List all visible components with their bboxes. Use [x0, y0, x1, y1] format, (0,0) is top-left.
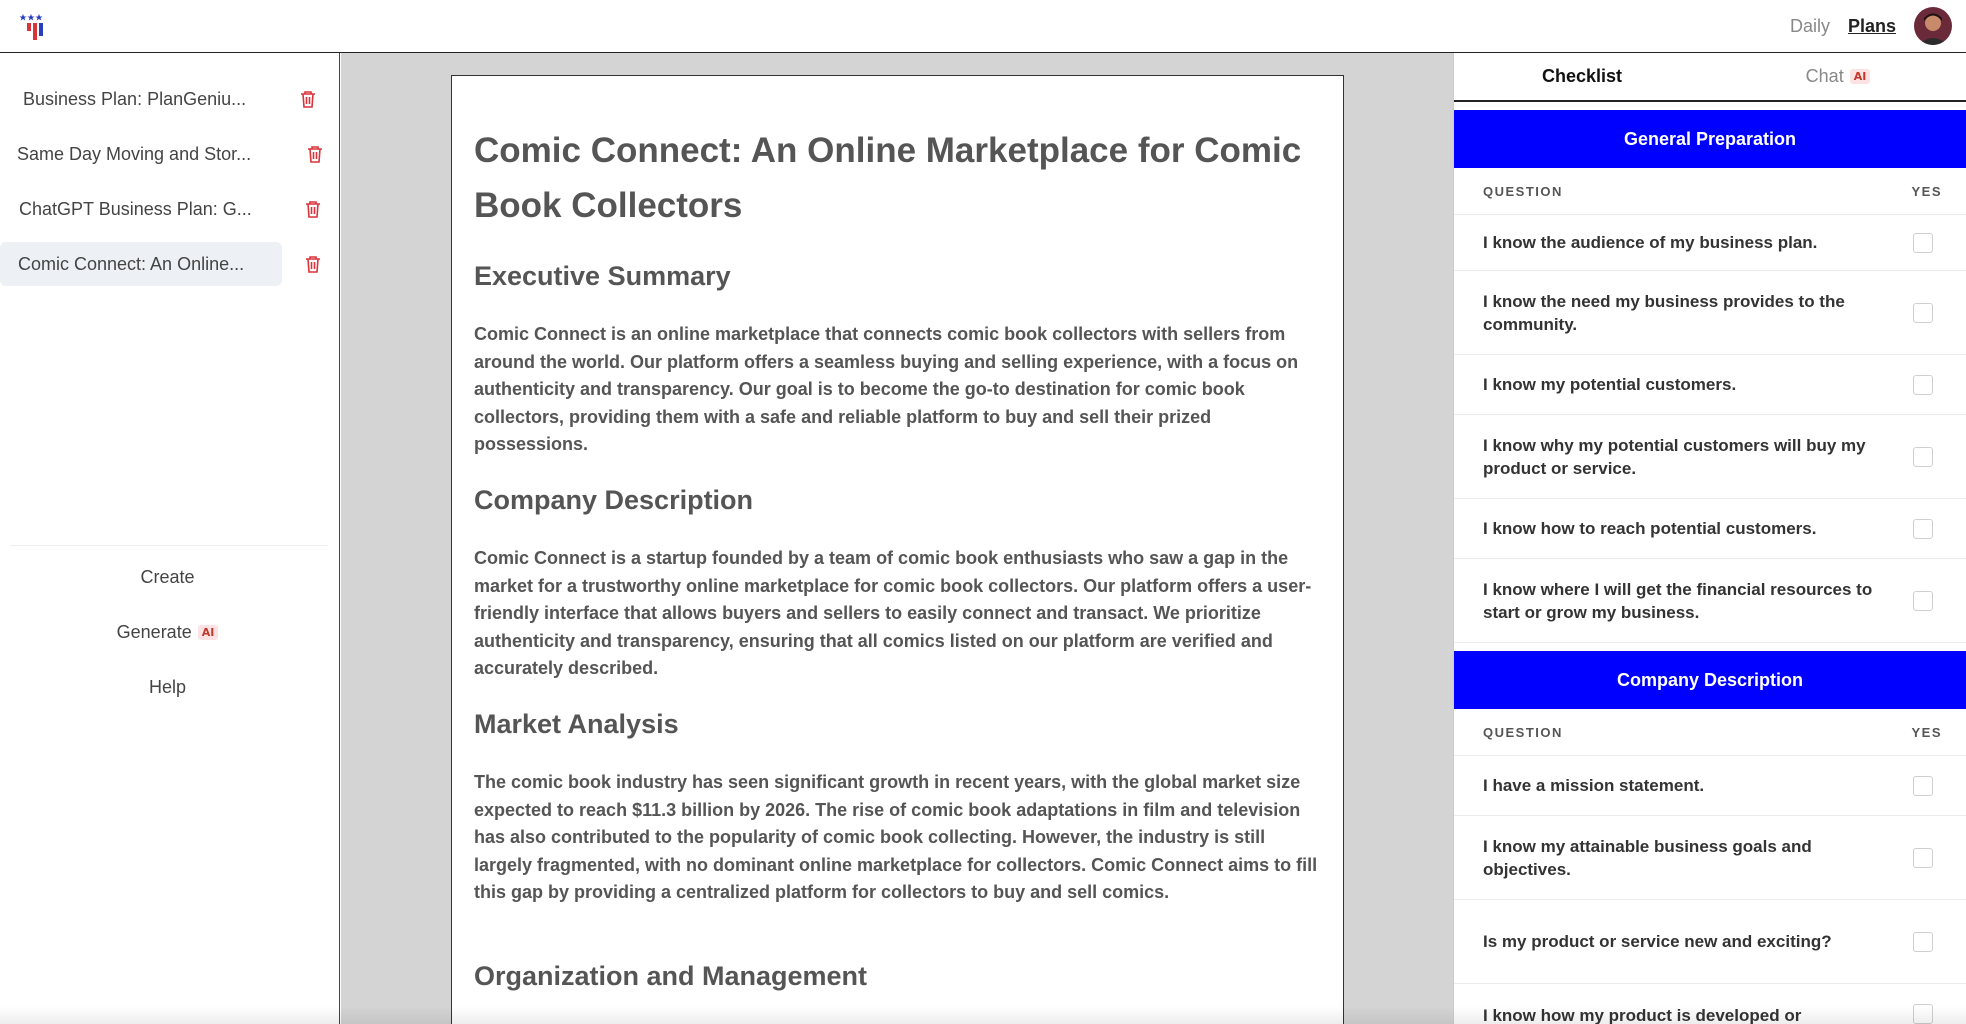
- help-button[interactable]: Help: [0, 677, 335, 698]
- section-body: The comic book industry has seen signifi…: [474, 772, 1318, 902]
- generate-button[interactable]: Generate AI: [0, 622, 335, 643]
- flag-logo-icon[interactable]: [19, 10, 49, 40]
- yes-checkbox[interactable]: [1913, 446, 1933, 467]
- question-text: I know where I will get the financial re…: [1483, 579, 1873, 622]
- yes-checkbox[interactable]: [1913, 232, 1933, 253]
- tab-checklist[interactable]: Checklist: [1454, 53, 1710, 100]
- create-button[interactable]: Create: [0, 567, 335, 588]
- section-header-company: Company Description: [1454, 651, 1966, 709]
- yes-checkbox[interactable]: [1913, 775, 1933, 796]
- column-question: QUESTION: [1483, 724, 1563, 740]
- question-text: I know why my potential customers will b…: [1483, 435, 1866, 478]
- column-question: QUESTION: [1483, 183, 1563, 199]
- question-text: I know how my product is developed or: [1483, 1006, 1802, 1024]
- trash-icon[interactable]: [304, 199, 322, 219]
- plan-item[interactable]: ChatGPT Business Plan: G...: [0, 187, 282, 231]
- tab-chat[interactable]: Chat AI: [1710, 53, 1966, 100]
- sidebar: Business Plan: PlanGeniu... Same Day Mov…: [0, 53, 340, 1024]
- section-body: Comic Connect is a startup founded by a …: [474, 548, 1312, 678]
- sidebar-divider: [10, 545, 328, 546]
- section-heading: Company Description: [474, 485, 754, 515]
- nav-daily[interactable]: Daily: [1790, 16, 1830, 37]
- document-title: Comic Connect: An Online Marketplace for…: [474, 131, 1302, 225]
- top-bar: Daily Plans: [0, 0, 1966, 53]
- trash-icon[interactable]: [304, 254, 322, 274]
- trash-icon[interactable]: [306, 144, 324, 164]
- checklist-row: I know where I will get the financial re…: [1454, 559, 1966, 643]
- plan-item-label: Same Day Moving and Stor...: [17, 143, 252, 164]
- question-text: I know my attainable business goals and …: [1483, 836, 1812, 879]
- document-area[interactable]: Comic Connect: An Online Marketplace for…: [341, 53, 1453, 1024]
- document-page[interactable]: Comic Connect: An Online Marketplace for…: [451, 75, 1344, 1024]
- nav-plans[interactable]: Plans: [1848, 16, 1896, 37]
- checklist-row: I know the need my business provides to …: [1454, 271, 1966, 355]
- top-nav: Daily Plans: [1790, 6, 1952, 46]
- plan-item-selected[interactable]: Comic Connect: An Online...: [0, 242, 282, 286]
- plan-item[interactable]: Business Plan: PlanGeniu...: [0, 77, 282, 121]
- generate-label: Generate: [116, 622, 192, 642]
- question-text: I know how to reach potential customers.: [1483, 519, 1817, 538]
- section-header-general: General Preparation: [1454, 110, 1966, 168]
- yes-checkbox[interactable]: [1913, 590, 1933, 611]
- plan-item-label: Business Plan: PlanGeniu...: [23, 88, 247, 109]
- checklist-row: I know my potential customers.: [1454, 355, 1966, 415]
- yes-checkbox[interactable]: [1913, 931, 1933, 952]
- ai-badge: AI: [197, 625, 219, 640]
- checklist-row: Is my product or service new and excitin…: [1454, 900, 1966, 984]
- section-heading: Organization and Management: [474, 961, 868, 991]
- checklist-row: I know why my potential customers will b…: [1454, 415, 1966, 499]
- plan-item-label: Comic Connect: An Online...: [18, 253, 245, 274]
- yes-checkbox[interactable]: [1913, 1004, 1933, 1024]
- trash-icon[interactable]: [299, 89, 317, 109]
- yes-checkbox[interactable]: [1913, 847, 1933, 868]
- column-yes: YES: [1911, 183, 1942, 199]
- section-heading: Market Analysis: [474, 709, 679, 739]
- checklist-panel: Checklist Chat AI General Preparation QUE…: [1453, 53, 1966, 1024]
- tab-chat-label: Chat: [1805, 66, 1844, 86]
- checklist-row: I know the audience of my business plan.: [1454, 215, 1966, 271]
- checklist-row: I know my attainable business goals and …: [1454, 816, 1966, 900]
- plan-item-label: ChatGPT Business Plan: G...: [19, 198, 252, 219]
- panel-tabs: Checklist Chat AI: [1454, 53, 1966, 102]
- checklist-row: I know how my product is developed or: [1454, 984, 1966, 1024]
- user-avatar[interactable]: [1914, 7, 1952, 45]
- yes-checkbox[interactable]: [1913, 518, 1933, 539]
- checklist-row: I know how to reach potential customers.: [1454, 499, 1966, 559]
- question-text: I know the audience of my business plan.: [1483, 233, 1818, 252]
- ai-badge: AI: [1849, 69, 1871, 84]
- question-text: Is my product or service new and excitin…: [1483, 932, 1832, 951]
- question-text: I know the need my business provides to …: [1483, 291, 1845, 334]
- question-text: I know my potential customers.: [1483, 375, 1737, 394]
- plan-item[interactable]: Same Day Moving and Stor...: [0, 132, 282, 176]
- checklist-row: I have a mission statement.: [1454, 756, 1966, 816]
- column-headers: QUESTION YES: [1454, 168, 1966, 215]
- yes-checkbox[interactable]: [1913, 374, 1933, 395]
- column-yes: YES: [1911, 724, 1942, 740]
- section-heading: Executive Summary: [474, 261, 731, 291]
- question-text: I have a mission statement.: [1483, 776, 1705, 795]
- section-body: Comic Connect is an online marketplace t…: [474, 324, 1299, 454]
- column-headers: QUESTION YES: [1454, 709, 1966, 756]
- yes-checkbox[interactable]: [1913, 302, 1933, 323]
